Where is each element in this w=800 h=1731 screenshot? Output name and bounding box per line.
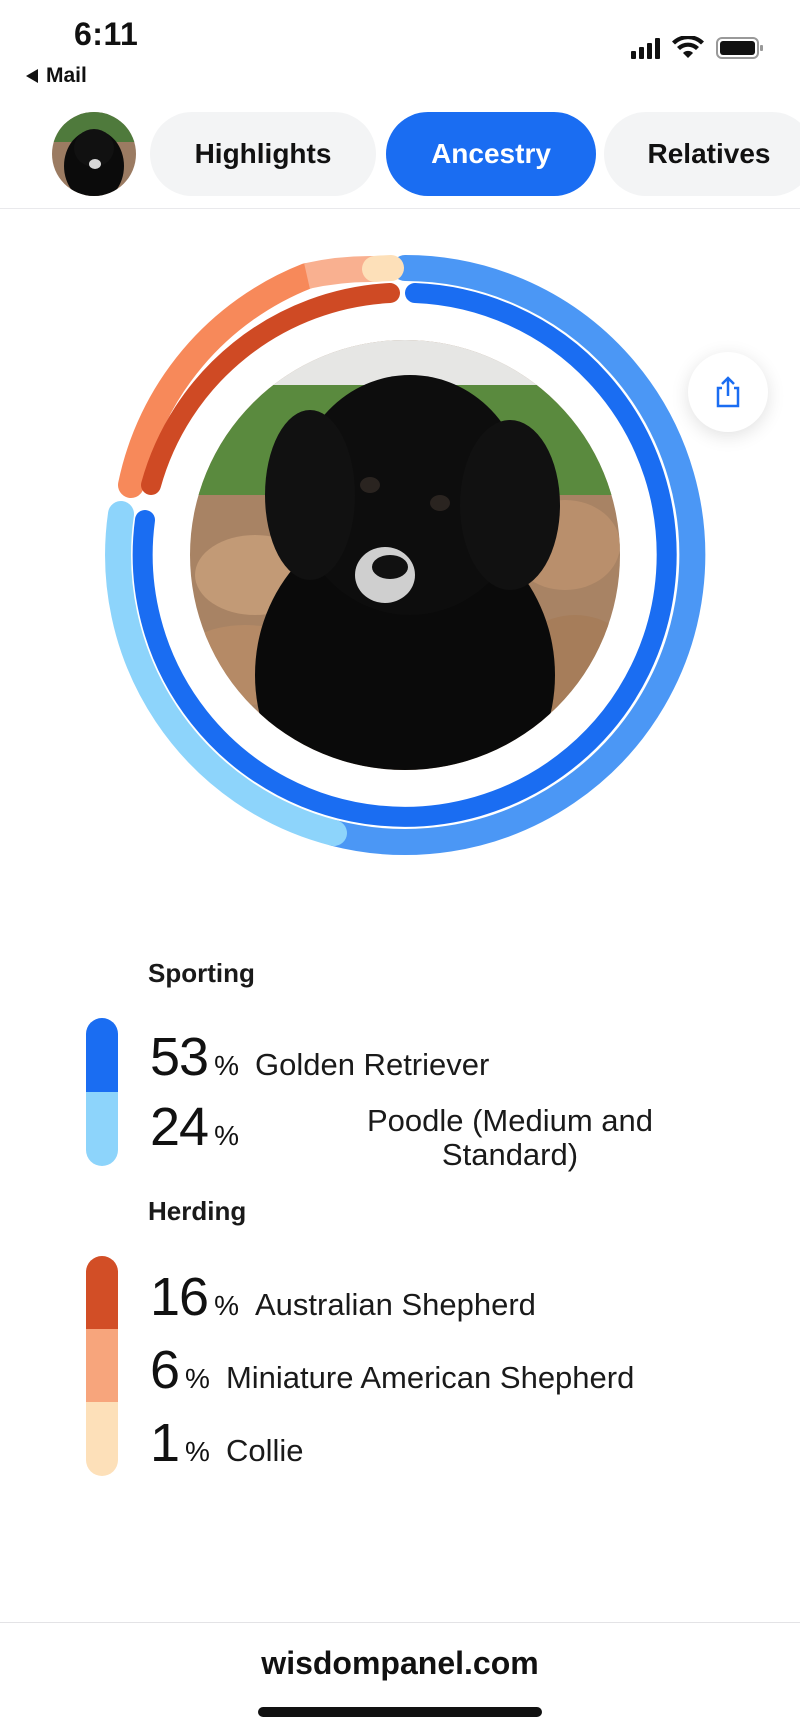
percent-sign: % (214, 1290, 239, 1321)
home-indicator[interactable] (258, 1707, 542, 1717)
battery-icon (716, 37, 763, 59)
breed-name: Miniature American Shepherd (225, 1360, 635, 1395)
breed-row: 1 % Collie (150, 1412, 303, 1474)
dog-avatar[interactable] (52, 112, 136, 196)
ancestry-ring (105, 255, 706, 855)
breed-percent: 16 (150, 1267, 209, 1327)
tab-ancestry[interactable]: Ancestry (386, 112, 596, 196)
status-icons (631, 36, 764, 60)
back-triangle-icon (26, 69, 38, 83)
breed-row: 24 % (150, 1096, 239, 1158)
tabs-divider (0, 208, 800, 209)
bar-segment-golden (86, 1018, 118, 1092)
footer-url[interactable]: wisdompanel.com (0, 1645, 800, 1682)
breed-percent: 1 (150, 1413, 180, 1473)
ring-arc-collie-outer (362, 255, 404, 282)
bar-segment-poodle (86, 1092, 118, 1166)
breed-row: 16 % Australian Shepherd (150, 1266, 536, 1328)
breed-row: 53 % Golden Retriever (150, 1026, 489, 1088)
group-title-herding: Herding (148, 1196, 247, 1226)
status-bar: 6:11 Mail (0, 0, 800, 95)
group-title-sporting: Sporting (148, 958, 255, 988)
tabs-row: Highlights Ancestry Relatives (0, 108, 800, 204)
footer: wisdompanel.com (0, 1622, 800, 1731)
share-button[interactable] (688, 352, 768, 432)
breed-name: Golden Retriever (254, 1047, 490, 1082)
breed-name: Collie (225, 1433, 304, 1468)
percent-sign: % (214, 1120, 239, 1151)
breed-percent: 24 (150, 1097, 209, 1157)
breed-name: Poodle (Medium and Standard) (366, 1103, 654, 1172)
back-mail-label: Mail (46, 64, 87, 87)
bar-segment-mini-american (86, 1329, 118, 1402)
percent-sign: % (214, 1050, 239, 1081)
back-to-mail-button[interactable]: Mail (26, 64, 87, 88)
percent-sign: % (185, 1436, 210, 1467)
status-time: 6:11 (74, 16, 139, 52)
bar-segment-aussie (86, 1256, 118, 1329)
breed-percent: 6 (150, 1340, 180, 1400)
tab-relatives[interactable]: Relatives (604, 112, 800, 196)
signal-icon (631, 37, 660, 59)
tab-highlights[interactable]: Highlights (150, 112, 376, 196)
breed-row: 6 % Miniature American Shepherd (150, 1339, 634, 1401)
sporting-bar (86, 1018, 118, 1166)
bar-segment-collie (86, 1402, 118, 1476)
wifi-icon (672, 36, 704, 58)
breed-name: Australian Shepherd (254, 1287, 536, 1322)
percent-sign: % (185, 1363, 210, 1394)
herding-bar (86, 1256, 118, 1476)
breed-percent: 53 (150, 1027, 209, 1087)
share-icon (716, 376, 740, 408)
